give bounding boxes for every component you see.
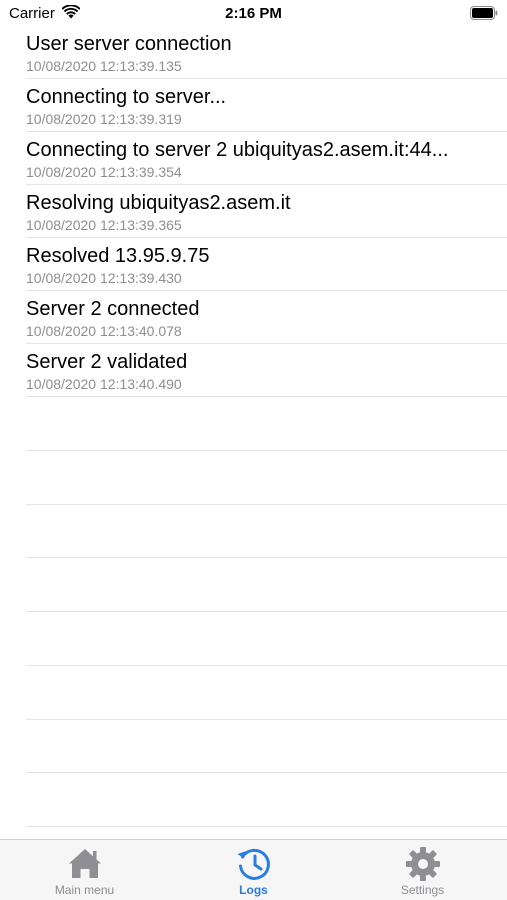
log-timestamp: 10/08/2020 12:13:39.354: [26, 164, 182, 180]
tab-main-menu[interactable]: Main menu: [0, 840, 169, 900]
tab-settings[interactable]: Settings: [338, 840, 507, 900]
empty-row-separator: [26, 558, 507, 612]
tab-label: Logs: [239, 883, 268, 897]
log-timestamp: 10/08/2020 12:13:39.430: [26, 270, 182, 286]
log-title: Server 2 validated: [26, 351, 188, 373]
logs-screen: Carrier 2:16 PM User server connection 1…: [0, 0, 507, 900]
log-timestamp: 10/08/2020 12:13:39.365: [26, 217, 182, 233]
log-title: Connecting to server...: [26, 86, 227, 108]
log-row[interactable]: Server 2 validated 10/08/2020 12:13:40.4…: [26, 344, 507, 397]
log-title: User server connection: [26, 33, 232, 55]
log-title: Server 2 connected: [26, 298, 200, 320]
gear-icon: [404, 845, 442, 883]
log-title: Resolving ubiquityas2.asem.it: [26, 192, 291, 214]
status-time: 2:16 PM: [225, 5, 282, 22]
empty-row-separator: [26, 451, 507, 505]
empty-row-separator: [26, 397, 507, 451]
log-timestamp: 10/08/2020 12:13:39.135: [26, 58, 182, 74]
tab-bar: Main menu Logs Settings: [0, 839, 507, 900]
log-row[interactable]: Server 2 connected 10/08/2020 12:13:40.0…: [26, 291, 507, 344]
log-row[interactable]: Connecting to server 2 ubiquityas2.asem.…: [26, 132, 507, 185]
log-row[interactable]: User server connection 10/08/2020 12:13:…: [26, 26, 507, 79]
home-icon: [66, 845, 104, 883]
log-title: Connecting to server 2 ubiquityas2.asem.…: [26, 139, 449, 161]
empty-row-separator: [26, 505, 507, 559]
log-timestamp: 10/08/2020 12:13:40.078: [26, 323, 182, 339]
tab-label: Settings: [400, 883, 445, 897]
log-title: Resolved 13.95.9.75: [26, 245, 210, 267]
log-row[interactable]: Resolving ubiquityas2.asem.it 10/08/2020…: [26, 185, 507, 238]
empty-row-separator: [26, 773, 507, 827]
log-row[interactable]: Resolved 13.95.9.75 10/08/2020 12:13:39.…: [26, 238, 507, 291]
empty-row-separator: [26, 612, 507, 666]
empty-row-separator: [26, 720, 507, 774]
status-bar: Carrier 2:16 PM: [0, 0, 507, 28]
tab-logs[interactable]: Logs: [169, 840, 338, 900]
tab-label: Main menu: [54, 883, 115, 897]
history-clock-icon: [235, 845, 273, 883]
empty-row-separator: [26, 666, 507, 720]
log-timestamp: 10/08/2020 12:13:40.490: [26, 376, 182, 392]
log-timestamp: 10/08/2020 12:13:39.319: [26, 111, 182, 127]
battery-full-icon: [470, 6, 498, 20]
log-list[interactable]: User server connection 10/08/2020 12:13:…: [26, 26, 507, 827]
log-row[interactable]: Connecting to server... 10/08/2020 12:13…: [26, 79, 507, 132]
